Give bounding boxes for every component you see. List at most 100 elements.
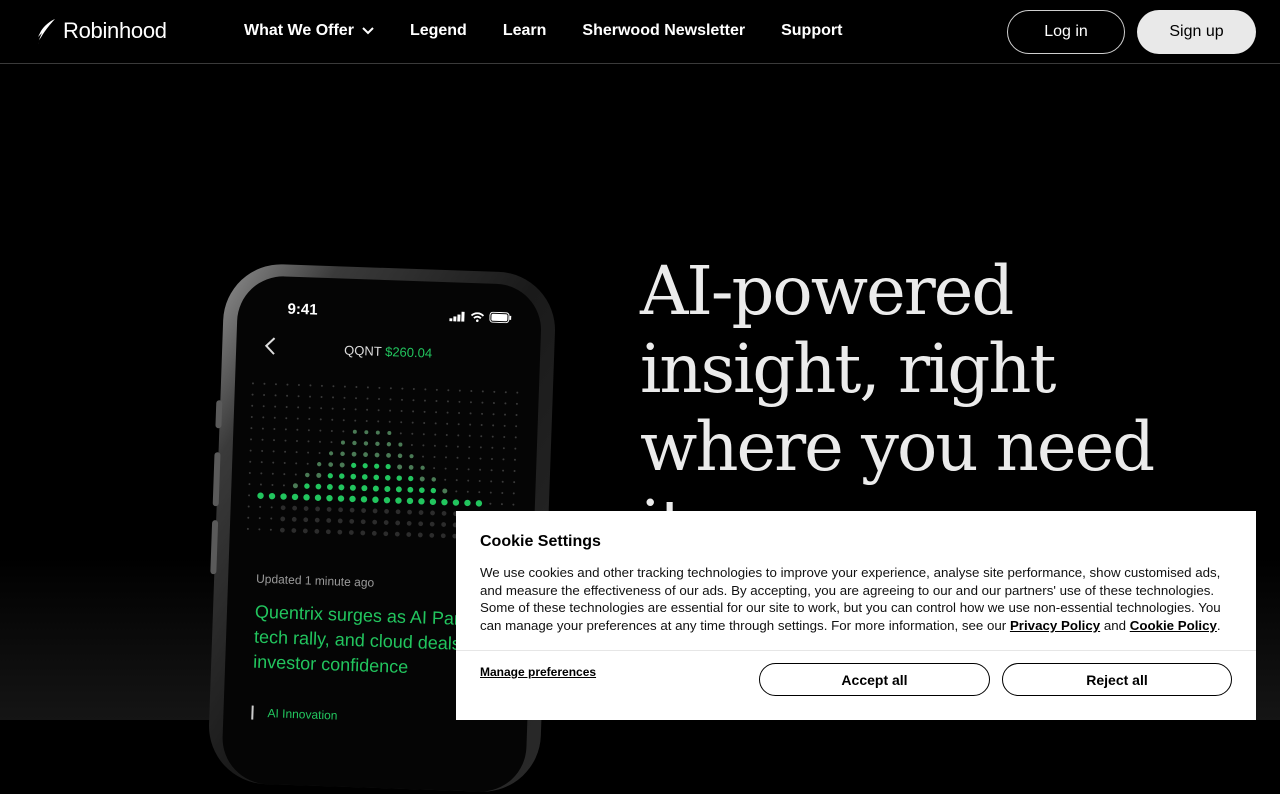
chart-dot <box>308 406 311 409</box>
chart-dot <box>351 451 357 457</box>
chart-dot <box>272 461 275 464</box>
chart-dot <box>365 420 368 423</box>
login-button[interactable]: Log in <box>1007 10 1125 54</box>
chart-dot <box>366 386 369 389</box>
chart-dot <box>374 463 380 469</box>
chart-dot <box>424 388 427 391</box>
chart-dot <box>418 521 424 527</box>
chart-dot <box>377 409 380 412</box>
chart-dot <box>475 500 483 507</box>
chart-dot <box>440 533 446 539</box>
accept-all-button[interactable]: Accept all <box>759 663 990 696</box>
chart-dot <box>395 486 402 493</box>
chart-dot <box>320 396 323 399</box>
chart-dot <box>250 415 253 418</box>
cookie-period: . <box>1216 618 1221 634</box>
chart-dot <box>261 438 264 441</box>
chart-dot <box>331 418 334 421</box>
chart-dot <box>280 493 287 500</box>
cookie-conjunction: and <box>1103 618 1127 634</box>
privacy-policy-link[interactable]: Privacy Policy <box>1010 618 1100 633</box>
chart-dot <box>409 454 414 459</box>
chart-dot <box>377 420 380 423</box>
chart-dot <box>263 394 266 397</box>
nav-learn[interactable]: Learn <box>503 22 547 40</box>
cookie-policy-link[interactable]: Cookie Policy <box>1130 618 1217 633</box>
chart-dot <box>249 449 252 452</box>
chart-dot <box>314 528 320 534</box>
chart-dot <box>327 473 333 479</box>
chart-dot <box>316 472 322 478</box>
chart-dot <box>291 528 297 533</box>
chart-dot <box>435 388 438 391</box>
chart-dot <box>372 519 378 525</box>
chart-dot <box>251 404 254 407</box>
chart-dot <box>467 457 470 460</box>
phone-side-button <box>215 400 223 429</box>
chart-dot <box>337 529 343 535</box>
nav-sherwood-newsletter[interactable]: Sherwood Newsletter <box>582 22 745 40</box>
chart-dot <box>326 506 332 512</box>
chart-dot <box>271 483 274 486</box>
chart-dot <box>469 412 472 415</box>
chart-dot <box>456 445 459 448</box>
nav-what-we-offer[interactable]: What We Offer <box>244 22 374 40</box>
nav-support[interactable]: Support <box>781 22 842 40</box>
chart-dot <box>407 509 412 515</box>
chart-dot <box>418 498 425 505</box>
chart-dot <box>366 408 369 411</box>
hero-headline-line: insight, right <box>640 330 1056 408</box>
chart-dot <box>491 435 494 438</box>
nav-legend[interactable]: Legend <box>410 22 467 40</box>
manage-preferences-link[interactable]: Manage preferences <box>480 665 596 679</box>
chart-dot <box>372 496 379 503</box>
chart-dot <box>360 519 366 525</box>
chart-dot <box>351 462 357 468</box>
chart-dot <box>314 517 320 523</box>
chart-dot <box>349 518 355 524</box>
news-headline-line: investor confidence <box>252 651 409 677</box>
chart-dot <box>389 387 392 390</box>
chart-dot <box>326 494 333 502</box>
chart-dot <box>489 502 492 505</box>
chart-dot <box>388 420 391 423</box>
chart-dot <box>504 391 507 394</box>
hero-headline-line: AI-powered <box>640 252 1014 330</box>
chart-dot <box>375 441 380 446</box>
chart-dot <box>481 412 484 415</box>
chart-dot <box>503 436 506 439</box>
chart-dot <box>457 434 460 437</box>
chart-dot <box>492 424 495 427</box>
news-tag: AI Innovation <box>251 705 338 723</box>
signup-button[interactable]: Sign up <box>1137 10 1256 54</box>
chart-dot <box>292 505 298 511</box>
chart-dot <box>337 495 345 502</box>
chart-dot <box>272 439 275 442</box>
chart-dot <box>502 469 505 472</box>
reject-all-button[interactable]: Reject all <box>1002 663 1232 696</box>
chart-dot <box>455 479 458 482</box>
chart-dot <box>375 430 380 435</box>
chart-dot <box>283 473 286 476</box>
chart-dot <box>423 410 426 413</box>
robinhood-logo[interactable]: Robinhood <box>35 17 167 45</box>
chart-dot <box>490 457 493 460</box>
chart-dot <box>352 440 357 446</box>
chart-dot <box>294 473 297 476</box>
chart-dot <box>308 417 311 420</box>
chart-dot <box>458 389 461 392</box>
chart-dot <box>435 411 438 414</box>
chart-dot <box>248 494 251 497</box>
chart-dot <box>373 474 380 481</box>
chart-dot <box>246 527 249 530</box>
chart-dot <box>260 472 263 475</box>
chart-dot <box>512 503 515 506</box>
chart-dot <box>480 435 483 438</box>
chart-dot <box>418 510 424 515</box>
status-icons <box>449 310 512 324</box>
chart-dot <box>504 402 507 405</box>
chart-dot <box>401 387 404 390</box>
chart-dot <box>332 396 335 399</box>
chart-dot <box>384 508 389 514</box>
chart-dot <box>303 494 310 501</box>
